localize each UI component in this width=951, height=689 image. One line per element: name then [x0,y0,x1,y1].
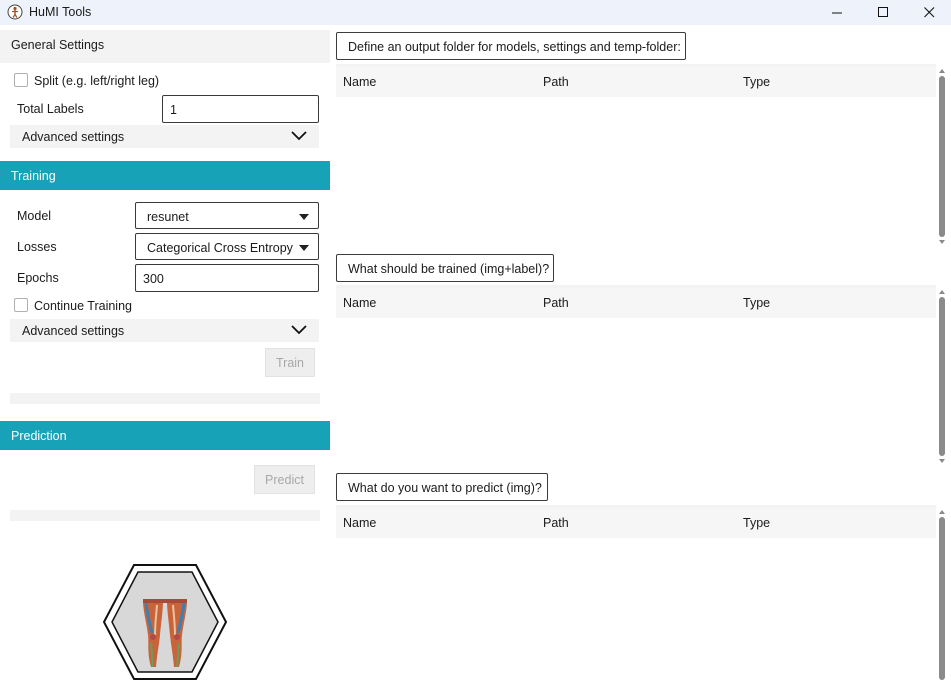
chevron-down-icon [291,325,307,335]
column-header-name[interactable]: Name [343,516,376,530]
scrollbar-thumb[interactable] [939,517,945,680]
predict-data-button-label: What do you want to predict (img)? [348,481,542,495]
train-button-label: Train [275,356,304,370]
humi-legs-logo [102,563,228,681]
maximize-icon [877,7,888,17]
scroll-up-icon[interactable] [939,69,945,73]
column-header-name[interactable]: Name [343,296,376,310]
predict-table-scrollbar[interactable] [936,508,948,686]
training-header: Training [0,161,330,190]
close-button[interactable] [906,0,951,25]
training-progress-bar [10,393,320,404]
maximize-button[interactable] [860,0,906,25]
general-advanced-settings-toggle[interactable]: Advanced settings [10,125,319,148]
losses-dropdown[interactable]: Categorical Cross Entropy [135,233,319,260]
table-header: Name Path Type [336,508,936,538]
predict-button[interactable]: Predict [254,465,315,494]
epochs-label: Epochs [17,271,59,285]
scrollbar-thumb[interactable] [939,76,945,237]
scroll-up-icon[interactable] [939,290,945,294]
training-title: Training [11,169,56,183]
column-header-type[interactable]: Type [743,516,770,530]
total-labels-value: 1 [170,103,177,117]
model-dropdown[interactable]: resunet [135,202,319,229]
general-settings-title: General Settings [11,38,105,52]
scroll-down-icon[interactable] [939,459,945,463]
split-checkbox[interactable] [14,73,28,87]
scroll-up-icon[interactable] [939,510,945,514]
train-data-button-label: What should be trained (img+label)? [348,262,550,276]
losses-label: Losses [17,240,57,254]
table-header: Name Path Type [336,67,936,97]
scroll-down-icon[interactable] [939,240,945,244]
train-button[interactable]: Train [265,348,315,377]
training-advanced-settings-toggle[interactable]: Advanced settings [10,319,319,342]
total-labels-label: Total Labels [17,102,84,116]
dropdown-arrow-icon [299,245,309,251]
output-folder-table[interactable]: Name Path Type [336,67,936,247]
close-icon [923,7,934,18]
model-value: resunet [147,210,189,224]
dropdown-arrow-icon [299,214,309,220]
train-data-button[interactable]: What should be trained (img+label)? [336,254,554,282]
prediction-progress-bar [10,510,320,521]
epochs-value: 300 [143,272,164,286]
title-bar: HuMI Tools [0,0,951,25]
split-label: Split (e.g. left/right leg) [34,74,160,88]
column-header-type[interactable]: Type [743,75,770,89]
training-advanced-settings-label: Advanced settings [22,324,125,338]
column-header-path[interactable]: Path [543,296,569,310]
prediction-header: Prediction [0,421,330,450]
general-settings-header: General Settings [0,30,330,63]
output-folder-button-label: Define an output folder for models, sett… [348,40,681,54]
train-data-table[interactable]: Name Path Type [336,288,936,466]
continue-training-label: Continue Training [34,299,132,313]
app-logo-icon [7,4,23,20]
total-labels-input[interactable]: 1 [162,95,319,123]
column-header-name[interactable]: Name [343,75,376,89]
table-header: Name Path Type [336,288,936,318]
chevron-down-icon [291,131,307,141]
continue-training-checkbox[interactable] [14,298,28,312]
predict-button-label: Predict [265,473,304,487]
output-table-scrollbar[interactable] [936,67,948,247]
column-header-path[interactable]: Path [543,516,569,530]
scrollbar-thumb[interactable] [939,297,945,456]
window-title: HuMI Tools [29,5,92,19]
minimize-icon [831,12,842,14]
output-folder-button[interactable]: Define an output folder for models, sett… [336,32,686,60]
minimize-button[interactable] [814,0,860,25]
epochs-input[interactable]: 300 [135,264,319,292]
predict-data-button[interactable]: What do you want to predict (img)? [336,473,548,501]
column-header-path[interactable]: Path [543,75,569,89]
column-header-type[interactable]: Type [743,296,770,310]
general-advanced-settings-label: Advanced settings [22,130,125,144]
predict-data-table[interactable]: Name Path Type [336,508,936,686]
model-label: Model [17,209,52,223]
prediction-title: Prediction [11,429,67,443]
losses-value: Categorical Cross Entropy [147,241,293,255]
train-table-scrollbar[interactable] [936,288,948,466]
